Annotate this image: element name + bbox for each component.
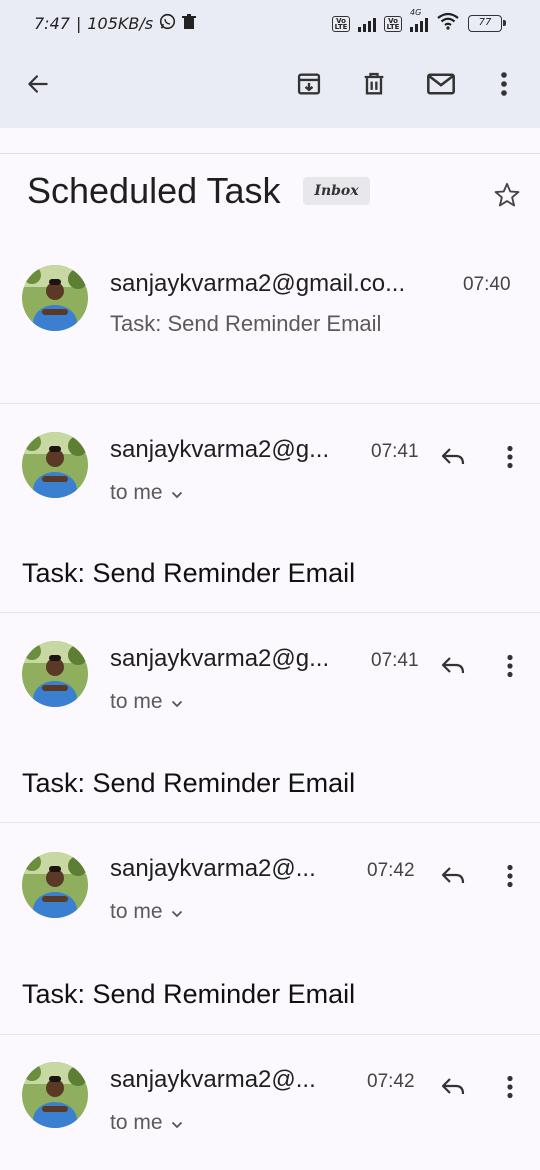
status-left: 7:47 | 105KB/s xyxy=(34,13,197,34)
more-vert-icon xyxy=(506,654,514,683)
sender-name: sanjaykvarma2@g... xyxy=(110,436,330,463)
message-body: Task: Send Reminder Email xyxy=(22,979,356,1009)
inbox-label-chip[interactable]: Inbox xyxy=(303,177,370,205)
archive-icon xyxy=(295,70,323,103)
whatsapp-icon xyxy=(159,13,176,34)
recipient-label: to me xyxy=(110,1111,163,1134)
message-time: 07:41 xyxy=(371,441,419,462)
sender-name: sanjaykvarma2@... xyxy=(110,855,316,882)
status-bar: 7:47 | 105KB/s Vo LTE Vo LTE 4G 77 xyxy=(0,0,540,48)
message-body: Task: Send Reminder Email xyxy=(22,768,356,798)
sender-name: sanjaykvarma2@g... xyxy=(110,645,330,672)
chevron-down-icon xyxy=(171,481,183,505)
recipient-label: to me xyxy=(110,900,163,923)
message-time: 07:42 xyxy=(367,1071,415,1092)
message-time: 07:40 xyxy=(463,274,511,295)
message-more-button[interactable] xyxy=(490,438,530,480)
message-time: 07:42 xyxy=(367,860,415,881)
avatar[interactable] xyxy=(22,265,88,331)
overflow-menu-button[interactable] xyxy=(482,64,526,108)
message-snippet: Task: Send Reminder Email xyxy=(110,311,382,336)
chevron-down-icon xyxy=(171,900,183,924)
message-divider xyxy=(0,822,540,823)
recipient-details-toggle[interactable]: to me xyxy=(110,481,183,505)
recipient-details-toggle[interactable]: to me xyxy=(110,1111,183,1135)
avatar[interactable] xyxy=(22,1062,88,1128)
more-vert-icon xyxy=(506,445,514,474)
recipient-details-toggle[interactable]: to me xyxy=(110,900,183,924)
reply-button[interactable] xyxy=(432,647,474,689)
subject-title: Scheduled Task xyxy=(27,170,281,211)
message-body: Task: Send Reminder Email xyxy=(22,558,356,588)
volte-icon: Vo LTE xyxy=(332,15,350,32)
chevron-down-icon xyxy=(171,1111,183,1135)
signal-4g-icon: 4G xyxy=(410,8,428,32)
trash-icon xyxy=(360,70,388,103)
more-vert-icon xyxy=(500,71,508,102)
archive-button[interactable] xyxy=(287,64,331,108)
star-icon xyxy=(493,181,521,214)
network-speed: 105KB/s xyxy=(87,14,154,33)
message-divider xyxy=(0,403,540,404)
signal-bars-icon xyxy=(358,16,376,32)
avatar[interactable] xyxy=(22,852,88,918)
reply-icon xyxy=(439,864,467,893)
status-separator: | xyxy=(75,14,82,33)
more-vert-icon xyxy=(506,1075,514,1104)
avatar[interactable] xyxy=(22,432,88,498)
recipient-details-toggle[interactable]: to me xyxy=(110,690,183,714)
envelope-icon xyxy=(426,71,456,102)
status-time: 7:47 xyxy=(34,14,70,33)
top-app-bar xyxy=(0,48,540,128)
reply-icon xyxy=(439,654,467,683)
wifi-icon xyxy=(436,12,460,35)
reply-icon xyxy=(439,1075,467,1104)
sender-name: sanjaykvarma2@gmail.co... xyxy=(110,270,406,297)
message-divider xyxy=(0,612,540,613)
mark-unread-button[interactable] xyxy=(419,64,463,108)
more-vert-icon xyxy=(506,864,514,893)
trash-notification-icon xyxy=(182,13,197,34)
arrow-left-icon xyxy=(25,71,51,102)
reply-button[interactable] xyxy=(432,857,474,899)
avatar[interactable] xyxy=(22,641,88,707)
chevron-down-icon xyxy=(171,690,183,714)
reply-icon xyxy=(439,445,467,474)
reply-button[interactable] xyxy=(432,1068,474,1110)
battery-level: 77 xyxy=(478,17,492,28)
header-divider xyxy=(0,153,540,154)
message-more-button[interactable] xyxy=(490,857,530,899)
status-right: Vo LTE Vo LTE 4G 77 xyxy=(332,8,506,35)
reply-button[interactable] xyxy=(432,438,474,480)
recipient-label: to me xyxy=(110,481,163,504)
message-more-button[interactable] xyxy=(490,1068,530,1110)
volte-icon-2: Vo LTE xyxy=(384,15,402,32)
message-divider xyxy=(0,1034,540,1035)
message-more-button[interactable] xyxy=(490,647,530,689)
back-button[interactable] xyxy=(16,64,60,108)
message-time: 07:41 xyxy=(371,650,419,671)
battery-icon: 77 xyxy=(468,15,506,32)
star-button[interactable] xyxy=(488,178,526,216)
recipient-label: to me xyxy=(110,690,163,713)
sender-name: sanjaykvarma2@... xyxy=(110,1066,316,1093)
delete-button[interactable] xyxy=(352,64,396,108)
